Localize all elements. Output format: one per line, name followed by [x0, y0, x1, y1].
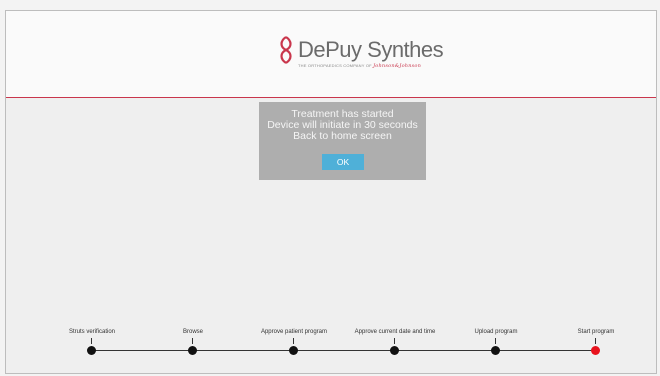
header-bar: DePuy Synthes THE ORTHOPAEDICS COMPANY O…: [6, 11, 656, 98]
app-window: ID: Screen 0000 | 0.1 | 2021-xx-xx | v 1…: [5, 10, 657, 374]
step-dot: [87, 346, 96, 355]
ok-button[interactable]: OK: [322, 154, 364, 170]
step-tick: [192, 338, 193, 344]
step-dot: [188, 346, 197, 355]
dialog-message-line: Back to home screen: [293, 130, 392, 142]
logo-tagline: THE ORTHOPAEDICS COMPANY OF Johnson&John…: [298, 63, 421, 69]
logo-parent-text: Johnson&Johnson: [373, 63, 422, 69]
step-tick: [394, 338, 395, 344]
step-start-program: Start program: [536, 329, 656, 359]
logo-tagline-text: THE ORTHOPAEDICS COMPANY OF: [298, 63, 372, 68]
step-tick: [595, 338, 596, 344]
progress-stepper: Struts verification Browse Approve patie…: [6, 329, 656, 359]
step-tick: [293, 338, 294, 344]
step-dot: [491, 346, 500, 355]
step-dot-active: [591, 346, 600, 355]
brand-logo: DePuy Synthes THE ORTHOPAEDICS COMPANY O…: [276, 33, 444, 79]
logo-text: DePuy Synthes: [298, 37, 444, 62]
step-dot: [289, 346, 298, 355]
step-tick: [91, 338, 92, 344]
step-dot: [390, 346, 399, 355]
logo-mark-icon: [280, 36, 292, 64]
treatment-started-dialog: Treatment has started Device will initia…: [259, 102, 426, 180]
step-label: Start program: [577, 329, 615, 335]
step-tick: [495, 338, 496, 344]
